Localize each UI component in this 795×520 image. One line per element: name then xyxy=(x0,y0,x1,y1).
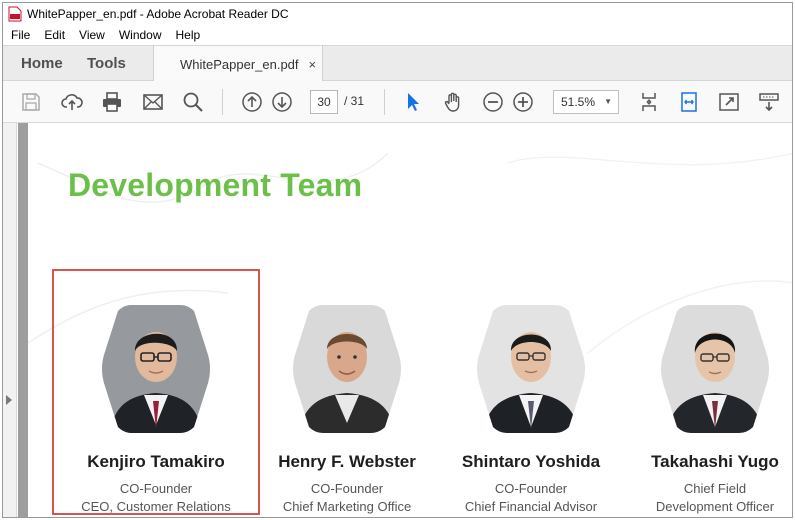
zoom-out-button[interactable] xyxy=(481,90,505,114)
toolbar: 30 / 31 51.5% ▼ xyxy=(3,81,792,123)
page-down-icon xyxy=(272,92,292,112)
menu-window[interactable]: Window xyxy=(112,28,169,42)
zoom-in-button[interactable] xyxy=(511,90,535,114)
document-tab-label: WhitePapper_en.pdf xyxy=(180,56,299,72)
next-page-button[interactable] xyxy=(270,90,294,114)
zoom-level-value: 51.5% xyxy=(561,95,596,109)
tab-bar: Home Tools WhitePapper_en.pdf × xyxy=(3,45,792,82)
toolbar-separator xyxy=(222,89,223,115)
chevron-right-icon[interactable] xyxy=(6,395,12,405)
team-member-card: Takahashi Yugo Chief Field Development O… xyxy=(620,305,792,516)
member-role: CO-Founder xyxy=(119,481,193,496)
fit-page-icon xyxy=(642,93,656,111)
read-mode-button[interactable] xyxy=(757,90,781,114)
toolbar-separator xyxy=(384,89,385,115)
page-number-input[interactable]: 30 xyxy=(310,90,338,114)
chevron-down-icon: ▼ xyxy=(604,97,612,106)
print-button[interactable] xyxy=(100,90,124,114)
pdf-page: Development Team Kenjiro Tamakiro CO-Fou… xyxy=(28,123,792,517)
team-member-card: Kenjiro Tamakiro CO-Founder CEO, Custome… xyxy=(61,305,251,516)
member-photo xyxy=(102,305,210,433)
fit-width-button[interactable] xyxy=(677,90,701,114)
upload-button[interactable] xyxy=(60,90,84,114)
menu-view[interactable]: View xyxy=(72,28,112,42)
mail-icon xyxy=(143,94,163,110)
member-title: Chief Financial Advisor xyxy=(464,499,598,514)
save-icon xyxy=(22,93,40,111)
member-title: CEO, Customer Relations xyxy=(81,499,231,514)
page-edge xyxy=(18,123,28,517)
member-name: Henry F. Webster xyxy=(278,452,416,471)
search-icon xyxy=(183,92,203,112)
tab-tools[interactable]: Tools xyxy=(87,46,126,81)
member-photo xyxy=(661,305,769,433)
member-title: Chief Marketing Office xyxy=(282,499,412,514)
tab-home[interactable]: Home xyxy=(21,46,63,81)
member-name: Kenjiro Tamakiro xyxy=(87,452,225,471)
upload-icon xyxy=(61,94,83,110)
save-button[interactable] xyxy=(19,90,43,114)
page-up-icon xyxy=(242,92,262,112)
title-bar: WhitePapper_en.pdf - Adobe Acrobat Reade… xyxy=(3,3,792,25)
read-mode-icon xyxy=(759,93,779,112)
page-heading: Development Team xyxy=(68,167,363,203)
hand-tool-button[interactable] xyxy=(441,90,465,114)
select-cursor-icon xyxy=(408,93,419,111)
full-screen-button[interactable] xyxy=(717,90,741,114)
acrobat-window: WhitePapper_en.pdf - Adobe Acrobat Reade… xyxy=(2,2,793,518)
zoom-level-select[interactable]: 51.5% ▼ xyxy=(553,90,619,114)
close-tab-icon[interactable]: × xyxy=(309,57,317,72)
pdf-file-icon xyxy=(8,6,22,22)
navigation-pane-toggle[interactable] xyxy=(3,123,17,517)
member-title: Development Officer xyxy=(655,499,775,514)
print-icon xyxy=(103,92,121,112)
page-total: / 31 xyxy=(344,94,365,108)
window-title: WhitePapper_en.pdf - Adobe Acrobat Reade… xyxy=(27,7,289,21)
member-name: Takahashi Yugo xyxy=(651,452,779,471)
zoom-in-icon xyxy=(513,92,533,112)
mail-button[interactable] xyxy=(141,90,165,114)
team-member-card: Shintaro Yoshida CO-Founder Chief Financ… xyxy=(436,305,626,516)
member-photo xyxy=(477,305,585,433)
menu-bar: File Edit View Window Help xyxy=(3,25,792,45)
search-button[interactable] xyxy=(181,90,205,114)
menu-file[interactable]: File xyxy=(3,28,37,42)
member-role: Chief Field xyxy=(683,481,747,496)
select-tool-button[interactable] xyxy=(401,90,425,114)
menu-edit[interactable]: Edit xyxy=(37,28,72,42)
tab-document[interactable]: WhitePapper_en.pdf × xyxy=(153,46,323,82)
hand-icon xyxy=(444,92,460,112)
team-member-card: Henry F. Webster CO-Founder Chief Market… xyxy=(252,305,442,516)
member-photo xyxy=(293,305,401,433)
document-viewport[interactable]: Development Team Kenjiro Tamakiro CO-Fou… xyxy=(3,123,792,517)
menu-help[interactable]: Help xyxy=(169,28,208,42)
member-name: Shintaro Yoshida xyxy=(461,452,601,471)
member-role: CO-Founder xyxy=(310,481,384,496)
previous-page-button[interactable] xyxy=(240,90,264,114)
fit-width-icon xyxy=(681,92,697,112)
zoom-out-icon xyxy=(483,92,503,112)
fit-page-button[interactable] xyxy=(637,90,661,114)
member-role: CO-Founder xyxy=(494,481,568,496)
full-screen-icon xyxy=(719,93,739,111)
